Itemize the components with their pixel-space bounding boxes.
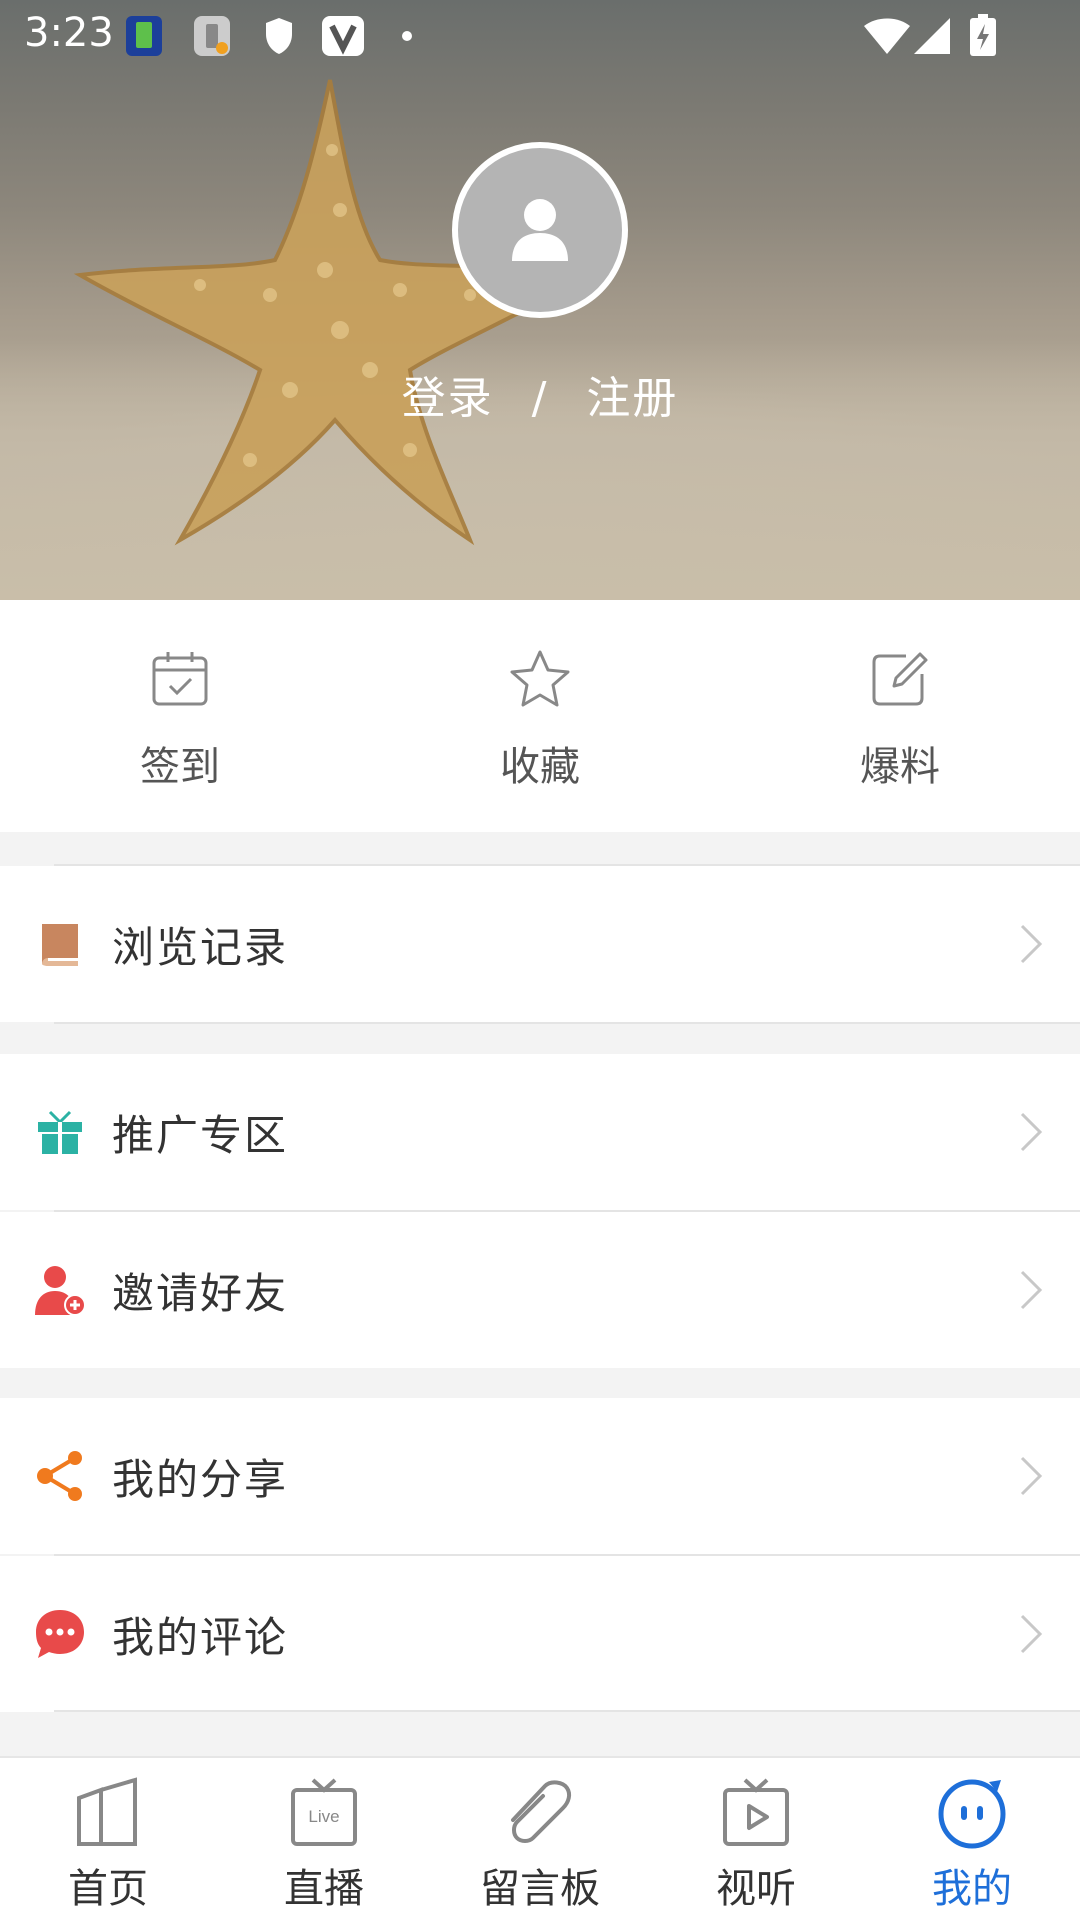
avatar[interactable] bbox=[452, 142, 628, 318]
book-icon bbox=[30, 914, 90, 974]
chevron-right-icon bbox=[1020, 1456, 1043, 1496]
menu-item-label: 推广专区 bbox=[112, 1110, 289, 1160]
quick-action-report[interactable]: 爆料 bbox=[720, 600, 1080, 832]
menu-divider bbox=[54, 1022, 1080, 1024]
me-face-icon bbox=[938, 1779, 1006, 1849]
tab-label: 视听 bbox=[716, 1866, 796, 1912]
share-icon bbox=[30, 1446, 90, 1506]
menu-item-my-comments[interactable]: 我的评论 bbox=[0, 1556, 1080, 1712]
battery-warning-icon bbox=[194, 16, 230, 56]
star-icon bbox=[510, 650, 570, 707]
battery-saver-app-icon bbox=[126, 16, 162, 56]
tab-me[interactable]: 我的 bbox=[864, 1758, 1080, 1920]
notification-dot-icon bbox=[402, 31, 412, 41]
tab-label: 我的 bbox=[932, 1866, 1012, 1912]
tab-message-board[interactable]: 留言板 bbox=[432, 1758, 648, 1920]
calendar-check-icon bbox=[152, 652, 208, 706]
wifi-icon bbox=[864, 18, 910, 54]
tab-video[interactable]: 视听 bbox=[648, 1758, 864, 1920]
login-register[interactable]: 登录 / 注册 bbox=[0, 362, 1080, 426]
cell-signal-icon bbox=[914, 18, 950, 54]
login-separator: / bbox=[531, 373, 549, 424]
message-board-icon bbox=[511, 1780, 572, 1843]
home-icon bbox=[77, 1777, 137, 1846]
add-user-icon bbox=[30, 1260, 90, 1320]
tab-label: 首页 bbox=[68, 1866, 148, 1912]
quick-action-label: 爆料 bbox=[860, 744, 940, 790]
status-time: 3:23 bbox=[24, 10, 114, 56]
shield-icon bbox=[266, 18, 292, 54]
v-app-icon bbox=[322, 16, 364, 56]
menu-item-promotion[interactable]: 推广专区 bbox=[0, 1054, 1080, 1210]
menu-divider bbox=[54, 1710, 1080, 1712]
chevron-right-icon bbox=[1020, 924, 1043, 964]
menu-item-label: 我的评论 bbox=[112, 1612, 289, 1662]
chevron-right-icon bbox=[1020, 1270, 1043, 1310]
comment-icon bbox=[30, 1604, 90, 1664]
bottom-tab-bar: 首页 Live 直播 留言板 视听 我的 bbox=[0, 1756, 1080, 1920]
profile-header: 3:23 登录 / 注册 bbox=[0, 0, 1080, 600]
tab-label: 留言板 bbox=[480, 1866, 600, 1912]
quick-actions: 签到 收藏 爆料 bbox=[0, 600, 1080, 832]
register-link[interactable]: 注册 bbox=[586, 362, 678, 426]
quick-action-checkin[interactable]: 签到 bbox=[0, 600, 360, 832]
tab-label: 直播 bbox=[284, 1866, 364, 1912]
quick-action-label: 收藏 bbox=[500, 744, 580, 790]
battery-charging-icon bbox=[970, 14, 996, 56]
status-bar: 3:23 bbox=[0, 0, 1080, 72]
edit-icon bbox=[872, 652, 928, 706]
chevron-right-icon bbox=[1020, 1112, 1043, 1152]
menu-item-label: 邀请好友 bbox=[112, 1268, 289, 1318]
gift-icon bbox=[30, 1102, 90, 1162]
tab-home[interactable]: 首页 bbox=[0, 1758, 216, 1920]
quick-action-favorites[interactable]: 收藏 bbox=[360, 600, 720, 832]
svg-text:Live: Live bbox=[308, 1807, 339, 1826]
live-tv-icon: Live bbox=[291, 1778, 357, 1846]
menu-item-label: 浏览记录 bbox=[112, 922, 289, 972]
login-link[interactable]: 登录 bbox=[402, 362, 494, 426]
chevron-right-icon bbox=[1020, 1614, 1043, 1654]
menu-item-label: 我的分享 bbox=[112, 1454, 289, 1504]
menu-item-history[interactable]: 浏览记录 bbox=[0, 866, 1080, 1022]
quick-action-label: 签到 bbox=[140, 744, 220, 790]
tab-live[interactable]: Live 直播 bbox=[216, 1758, 432, 1920]
video-play-icon bbox=[723, 1778, 789, 1846]
menu-item-my-shares[interactable]: 我的分享 bbox=[0, 1398, 1080, 1554]
user-icon bbox=[512, 199, 568, 261]
menu-item-invite[interactable]: 邀请好友 bbox=[0, 1212, 1080, 1368]
